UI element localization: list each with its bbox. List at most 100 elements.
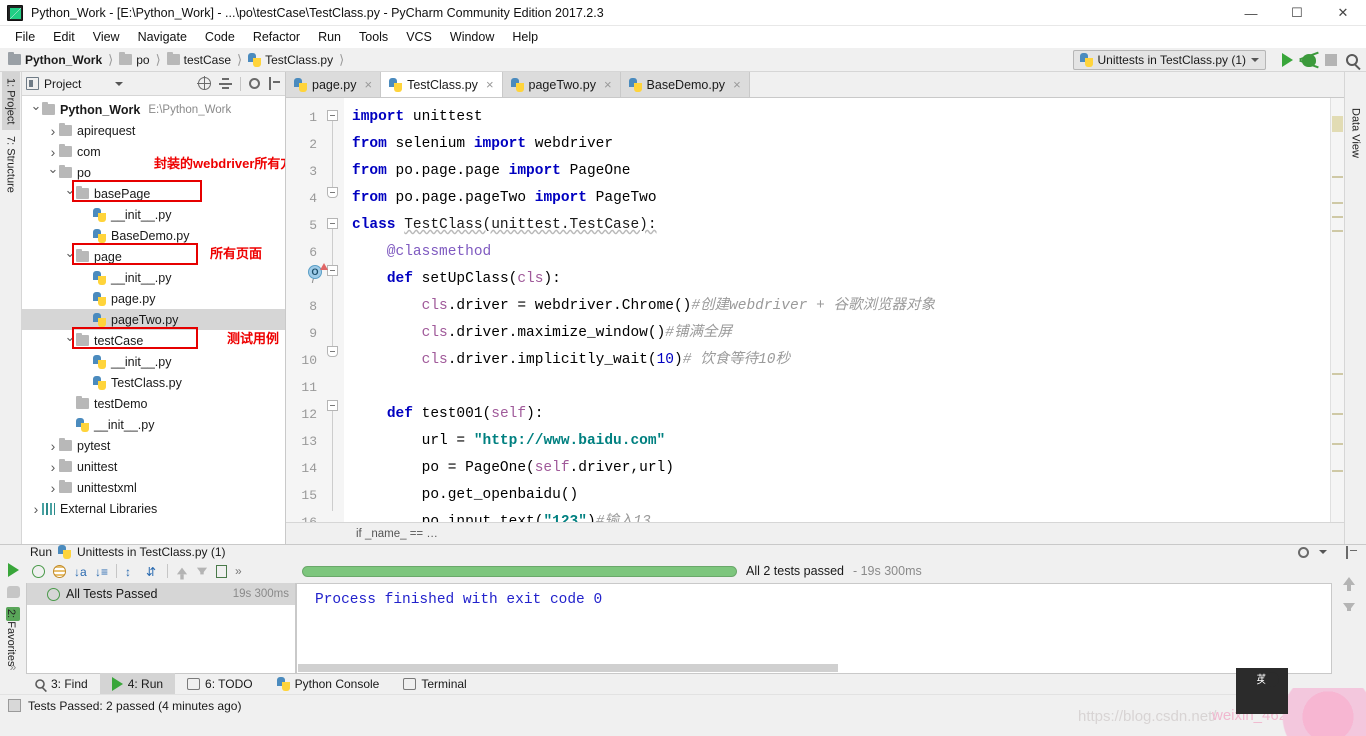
code-line[interactable]: po.input_text("123")#输入13 xyxy=(344,509,1330,522)
tree-item-external-libraries[interactable]: External Libraries xyxy=(22,498,285,519)
rail-tab-favorites[interactable]: 2: Favorites xyxy=(0,588,22,688)
rerun-icon[interactable] xyxy=(7,563,19,577)
tree-item-testdemo[interactable]: testDemo xyxy=(22,393,285,414)
menu-window[interactable]: Window xyxy=(441,28,503,46)
code-line[interactable]: def setUpClass(cls): xyxy=(344,266,1330,293)
show-passed-icon[interactable] xyxy=(32,564,45,578)
run-console-output[interactable]: Process finished with exit code 0 xyxy=(296,583,1332,674)
code-line[interactable]: url = "http://www.baidu.com" xyxy=(344,428,1330,455)
tree-item-unittestxml[interactable]: unittestxml xyxy=(22,477,285,498)
collapsed-code-hint[interactable]: if _name_ == … xyxy=(286,522,1344,544)
close-icon[interactable]: × xyxy=(733,77,741,92)
menu-view[interactable]: View xyxy=(84,28,129,46)
scroll-up-icon[interactable] xyxy=(1343,577,1355,591)
tree-item---init---py[interactable]: __init__.py xyxy=(22,267,285,288)
tool-tab-python-console[interactable]: Python Console xyxy=(265,673,392,695)
chevron-right-icon[interactable] xyxy=(30,501,42,517)
bottom-tool-tabs[interactable]: 3: Find 4: Run 6: TODO Python Console Termin… xyxy=(0,672,1366,695)
chevron-right-icon[interactable] xyxy=(47,123,59,139)
chevron-down-icon[interactable] xyxy=(30,102,42,118)
code-folding-column[interactable]: O xyxy=(308,98,344,522)
status-indicator-icon[interactable] xyxy=(8,699,21,712)
chevron-down-icon[interactable] xyxy=(64,249,76,265)
tree-item---init---py[interactable]: __init__.py xyxy=(22,204,285,225)
code-line[interactable]: po = PageOne(self.driver,url) xyxy=(344,455,1330,482)
rail-tab-structure[interactable]: 7: Structure xyxy=(2,130,20,199)
tree-item-basepage[interactable]: basePage xyxy=(22,183,285,204)
fold-marker[interactable] xyxy=(327,110,338,121)
tree-item-unittest[interactable]: unittest xyxy=(22,456,285,477)
tool-tab-6--todo[interactable]: 6: TODO xyxy=(175,673,265,695)
tool-tab-4--run[interactable]: 4: Run xyxy=(99,672,176,695)
code-line[interactable]: from po.page.pageTwo import PageTwo xyxy=(344,185,1330,212)
tree-item-pagetwo-py[interactable]: pageTwo.py xyxy=(22,309,285,330)
test-result-row[interactable]: All Tests Passed 19s 300ms xyxy=(27,583,295,605)
run-icon[interactable] xyxy=(1282,53,1293,67)
menu-edit[interactable]: Edit xyxy=(44,28,84,46)
code-line[interactable]: class TestClass(unittest.TestCase): xyxy=(344,212,1330,239)
breadcrumb-item-file[interactable]: TestClass.py xyxy=(246,52,335,67)
editor-tab-page-py[interactable]: page.py × xyxy=(286,72,382,97)
editor-tab-basedemo-py[interactable]: BaseDemo.py × xyxy=(620,72,750,97)
sort-by-duration-icon[interactable]: ↓≡ xyxy=(95,565,108,579)
stop-icon[interactable] xyxy=(1325,54,1337,66)
close-icon[interactable]: × xyxy=(486,77,494,92)
chevron-down-icon[interactable] xyxy=(64,333,76,349)
fold-marker[interactable] xyxy=(327,400,338,411)
editor-tab-testclass-py[interactable]: TestClass.py × xyxy=(381,72,503,97)
project-panel-title[interactable]: Project xyxy=(26,77,81,91)
rail-tab-project[interactable]: 1: Project xyxy=(1,72,20,131)
chevron-right-icon[interactable] xyxy=(47,144,59,160)
tree-item-testclass-py[interactable]: TestClass.py xyxy=(22,372,285,393)
code-line[interactable] xyxy=(344,374,1330,401)
search-icon[interactable] xyxy=(1346,54,1358,66)
chevron-down-icon[interactable] xyxy=(64,186,76,202)
chevron-right-icon[interactable] xyxy=(47,459,59,475)
minimize-button[interactable]: — xyxy=(1228,0,1274,26)
tree-item---init---py[interactable]: __init__.py xyxy=(22,414,285,435)
menu-run[interactable]: Run xyxy=(309,28,350,46)
run-configuration-selector[interactable]: Unittests in TestClass.py (1) xyxy=(1072,50,1266,70)
collapse-all-icon[interactable] xyxy=(219,77,232,90)
collapse-all-icon[interactable]: ⇵ xyxy=(146,565,159,579)
scroll-down-icon[interactable] xyxy=(1343,603,1355,611)
editor-tab-pagetwo-py[interactable]: pageTwo.py × xyxy=(502,72,621,97)
fold-marker[interactable] xyxy=(327,218,338,229)
gear-icon[interactable] xyxy=(1298,546,1309,558)
more-actions-icon[interactable]: » xyxy=(235,564,242,578)
chevron-down-icon[interactable] xyxy=(1319,550,1327,554)
code-line[interactable]: from selenium import webdriver xyxy=(344,131,1330,158)
menu-tools[interactable]: Tools xyxy=(350,28,397,46)
fold-marker[interactable]: O xyxy=(308,263,338,279)
tree-item-apirequest[interactable]: apirequest xyxy=(22,120,285,141)
sort-alphabetically-icon[interactable]: ↓a xyxy=(74,565,87,579)
menu-vcs[interactable]: VCS xyxy=(397,28,441,46)
menu-refactor[interactable]: Refactor xyxy=(244,28,309,46)
code-line[interactable]: from po.page.page import PageOne xyxy=(344,158,1330,185)
code-line[interactable]: cls.driver = webdriver.Chrome()#创建webdri… xyxy=(344,293,1330,320)
test-results-tree[interactable]: All Tests Passed 19s 300ms xyxy=(26,583,296,674)
tool-tab-3--find[interactable]: 3: Find xyxy=(22,673,100,695)
code-line[interactable]: @classmethod xyxy=(344,239,1330,266)
chevron-down-icon[interactable] xyxy=(115,81,124,86)
menu-code[interactable]: Code xyxy=(196,28,244,46)
hide-panel-icon[interactable] xyxy=(1345,545,1358,559)
next-failed-icon[interactable] xyxy=(196,567,208,575)
debug-icon[interactable] xyxy=(1302,53,1316,67)
export-icon[interactable] xyxy=(216,564,227,578)
menu-navigate[interactable]: Navigate xyxy=(129,28,196,46)
scroll-from-source-icon[interactable] xyxy=(197,76,211,90)
code-line[interactable]: import unittest xyxy=(344,104,1330,131)
editor-tab-bar[interactable]: page.py × TestClass.py × pageTwo.py × BaseDemo… xyxy=(286,72,1344,98)
scrollbar-thumb[interactable] xyxy=(1332,116,1343,132)
close-button[interactable]: ✕ xyxy=(1320,0,1366,26)
code-content[interactable]: import unittest from selenium import webd… xyxy=(344,98,1330,522)
tree-item-pytest[interactable]: pytest xyxy=(22,435,285,456)
close-icon[interactable]: × xyxy=(364,77,372,92)
hide-panel-icon[interactable] xyxy=(268,77,281,90)
chevron-down-icon[interactable] xyxy=(47,165,59,181)
code-line[interactable]: def test001(self): xyxy=(344,401,1330,428)
prev-failed-icon[interactable] xyxy=(176,567,188,580)
code-line[interactable]: cls.driver.implicitly_wait(10)# 饮食等待10秒 xyxy=(344,347,1330,374)
gear-icon[interactable] xyxy=(249,78,260,89)
